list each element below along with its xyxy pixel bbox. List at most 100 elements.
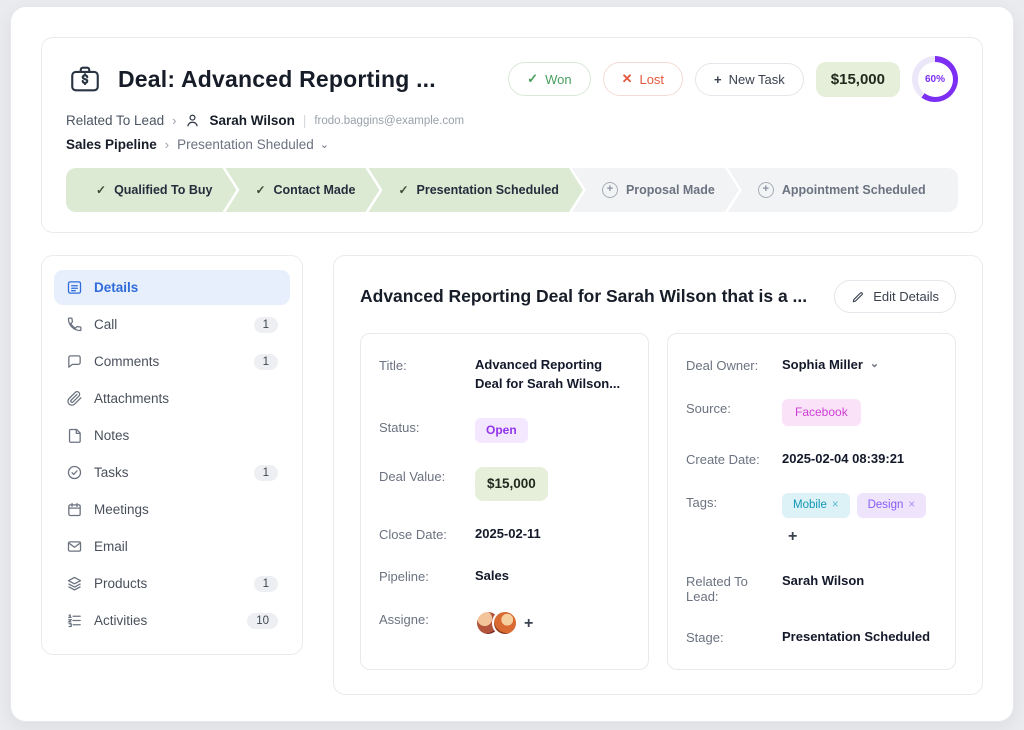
tag-label: Mobile [793, 499, 827, 511]
deal-owner-value: Sophia Miller [782, 356, 863, 375]
stage-proposal-made[interactable]: + Proposal Made [572, 168, 739, 212]
sidebar-item-label: Meetings [94, 502, 149, 517]
sidebar-item-call[interactable]: Call 1 [54, 307, 290, 342]
sidebar-item-email[interactable]: Email [54, 529, 290, 564]
add-tag-button[interactable]: + [788, 525, 797, 548]
details-icon [66, 279, 83, 296]
field-label: Assigne: [379, 610, 475, 627]
chevron-right-icon: › [165, 137, 169, 152]
count-badge: 1 [254, 576, 278, 592]
sidebar-item-label: Products [94, 576, 147, 591]
field-label: Deal Owner: [686, 356, 782, 373]
chevron-down-icon: ⌄ [870, 357, 879, 373]
sidebar-item-tasks[interactable]: Tasks 1 [54, 455, 290, 490]
field-source: Source: Facebook [686, 399, 937, 426]
tags-list: Mobile × Design × + [782, 493, 937, 548]
sidebar: Details Call 1 Comments 1 Attachments No… [41, 255, 303, 655]
lost-button[interactable]: ✕ Lost [603, 62, 683, 96]
stage-label: Proposal Made [626, 183, 715, 197]
field-label: Deal Value: [379, 467, 475, 484]
deal-amount-badge: $15,000 [816, 62, 900, 97]
check-icon: ✓ [398, 183, 408, 197]
won-button[interactable]: ✓ Won [508, 62, 590, 96]
tag-design: Design × [857, 493, 927, 518]
assignee-avatars: + [475, 610, 533, 636]
briefcase-dollar-icon [66, 62, 104, 96]
header-actions: ✓ Won ✕ Lost + New Task $15,000 60% [508, 56, 958, 102]
add-assignee-button[interactable]: + [524, 612, 533, 635]
plus-icon: + [714, 72, 722, 87]
tag-mobile: Mobile × [782, 493, 850, 518]
assignee-avatar [492, 610, 518, 636]
note-icon [66, 427, 83, 444]
stage-label: Appointment Scheduled [782, 183, 926, 197]
new-task-button[interactable]: + New Task [695, 63, 804, 96]
task-check-icon [66, 464, 83, 481]
field-label: Create Date: [686, 450, 782, 467]
sidebar-item-label: Tasks [94, 465, 129, 480]
breadcrumb-related-to-lead[interactable]: Related To Lead [66, 113, 164, 128]
field-close-date: Close Date: 2025-02-11 [379, 525, 630, 544]
sidebar-item-activities[interactable]: Activities 10 [54, 603, 290, 638]
count-badge: 1 [254, 317, 278, 333]
check-icon: ✓ [255, 183, 265, 197]
close-date-value: 2025-02-11 [475, 525, 541, 544]
count-badge: 1 [254, 465, 278, 481]
sidebar-item-meetings[interactable]: Meetings [54, 492, 290, 527]
edit-details-label: Edit Details [873, 289, 939, 304]
stage-dropdown[interactable]: Presentation Sheduled ⌄ [177, 137, 329, 152]
progress-ring: 60% [912, 56, 958, 102]
deal-value-badge: $15,000 [475, 467, 548, 501]
check-icon: ✓ [527, 71, 538, 87]
stage-dropdown-label: Presentation Sheduled [177, 137, 314, 152]
field-label: Tags: [686, 493, 782, 510]
sidebar-item-attachments[interactable]: Attachments [54, 381, 290, 416]
sidebar-item-notes[interactable]: Notes [54, 418, 290, 453]
plus-circle-icon: + [758, 182, 774, 198]
sidebar-item-details[interactable]: Details [54, 270, 290, 305]
sidebar-item-comments[interactable]: Comments 1 [54, 344, 290, 379]
stage-presentation-scheduled[interactable]: ✓ Presentation Scheduled [368, 168, 582, 212]
sidebar-item-label: Details [94, 280, 138, 295]
sidebar-item-label: Activities [94, 613, 147, 628]
status-badge: Open [475, 418, 528, 443]
remove-tag-icon[interactable]: × [832, 499, 839, 511]
new-task-button-label: New Task [729, 72, 785, 87]
left-field-box: Title: Advanced Reporting Deal for Sarah… [360, 333, 649, 670]
breadcrumb-lead-name[interactable]: Sarah Wilson [209, 113, 294, 128]
field-value: Advanced Reporting Deal for Sarah Wilson… [475, 356, 630, 394]
sidebar-item-label: Notes [94, 428, 129, 443]
layers-icon [66, 575, 83, 592]
field-label: Close Date: [379, 525, 475, 542]
sidebar-item-products[interactable]: Products 1 [54, 566, 290, 601]
details-header: Advanced Reporting Deal for Sarah Wilson… [360, 280, 956, 313]
check-icon: ✓ [96, 183, 106, 197]
breadcrumb: Related To Lead › Sarah Wilson | frodo.b… [66, 112, 958, 129]
deal-header-card: Deal: Advanced Reporting ... ✓ Won ✕ Los… [41, 37, 983, 233]
edit-details-button[interactable]: Edit Details [834, 280, 956, 313]
stage-value: Presentation Scheduled [782, 628, 930, 647]
field-tags: Tags: Mobile × Design × + [686, 493, 937, 548]
numbered-list-icon [66, 612, 83, 629]
stage-appointment-scheduled[interactable]: + Appointment Scheduled [728, 168, 958, 212]
deal-detail-title: Advanced Reporting Deal for Sarah Wilson… [360, 286, 807, 307]
phone-icon [66, 316, 83, 333]
field-boxes: Title: Advanced Reporting Deal for Sarah… [360, 333, 956, 670]
field-create-date: Create Date: 2025-02-04 08:39:21 [686, 450, 937, 469]
pencil-icon [851, 290, 865, 304]
related-lead-value: Sarah Wilson [782, 572, 864, 591]
deal-owner-dropdown[interactable]: Sophia Miller ⌄ [782, 356, 879, 375]
field-pipeline: Pipeline: Sales [379, 567, 630, 586]
won-button-label: Won [545, 72, 572, 87]
field-label: Source: [686, 399, 782, 416]
lead-email: frodo.baggins@example.com [314, 115, 464, 127]
remove-tag-icon[interactable]: × [908, 499, 915, 511]
count-badge: 10 [247, 613, 278, 629]
sidebar-item-label: Attachments [94, 391, 169, 406]
tag-label: Design [868, 499, 904, 511]
stage-contact-made[interactable]: ✓ Contact Made [225, 168, 379, 212]
envelope-icon [66, 538, 83, 555]
field-label: Related To Lead: [686, 572, 782, 604]
stage-qualified-to-buy[interactable]: ✓ Qualified To Buy [66, 168, 236, 212]
pipeline-stage-bar: ✓ Qualified To Buy ✓ Contact Made ✓ Pres… [66, 168, 958, 212]
